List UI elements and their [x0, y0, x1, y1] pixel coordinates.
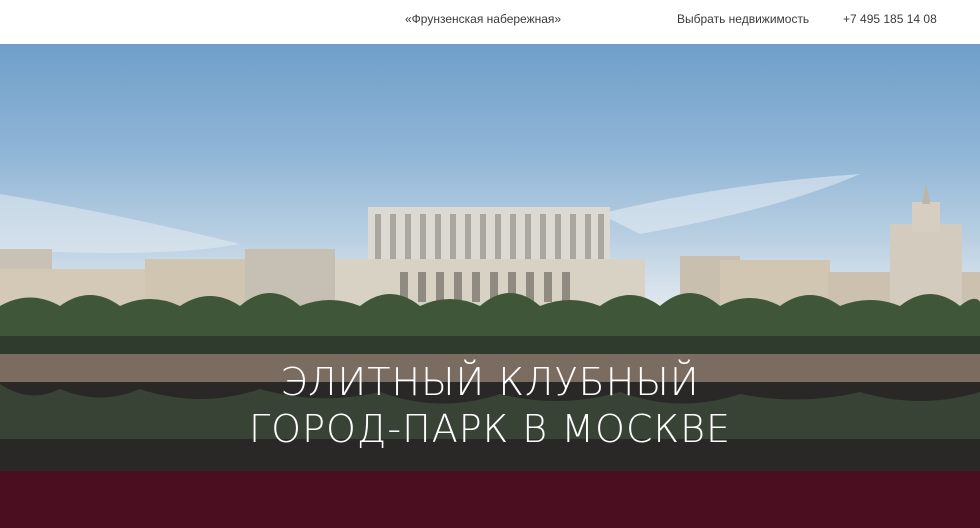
- hero-banner: ЭЛИТНЫЙ КЛУБНЫЙ ГОРОД-ПАРК В МОСКВЕ: [0, 44, 980, 471]
- hero-title-line-1: ЭЛИТНЫЙ КЛУБНЫЙ: [280, 360, 700, 404]
- phone-link[interactable]: +7 495 185 14 08: [843, 0, 937, 44]
- bottom-section-band: [0, 471, 980, 528]
- site-header: «Фрунзенская набережная» Выбрать недвижи…: [0, 0, 980, 44]
- select-property-link[interactable]: Выбрать недвижимость: [677, 0, 809, 44]
- project-link[interactable]: «Фрунзенская набережная»: [405, 0, 561, 44]
- hero-title-line-2: ГОРОД-ПАРК В МОСКВЕ: [249, 407, 731, 451]
